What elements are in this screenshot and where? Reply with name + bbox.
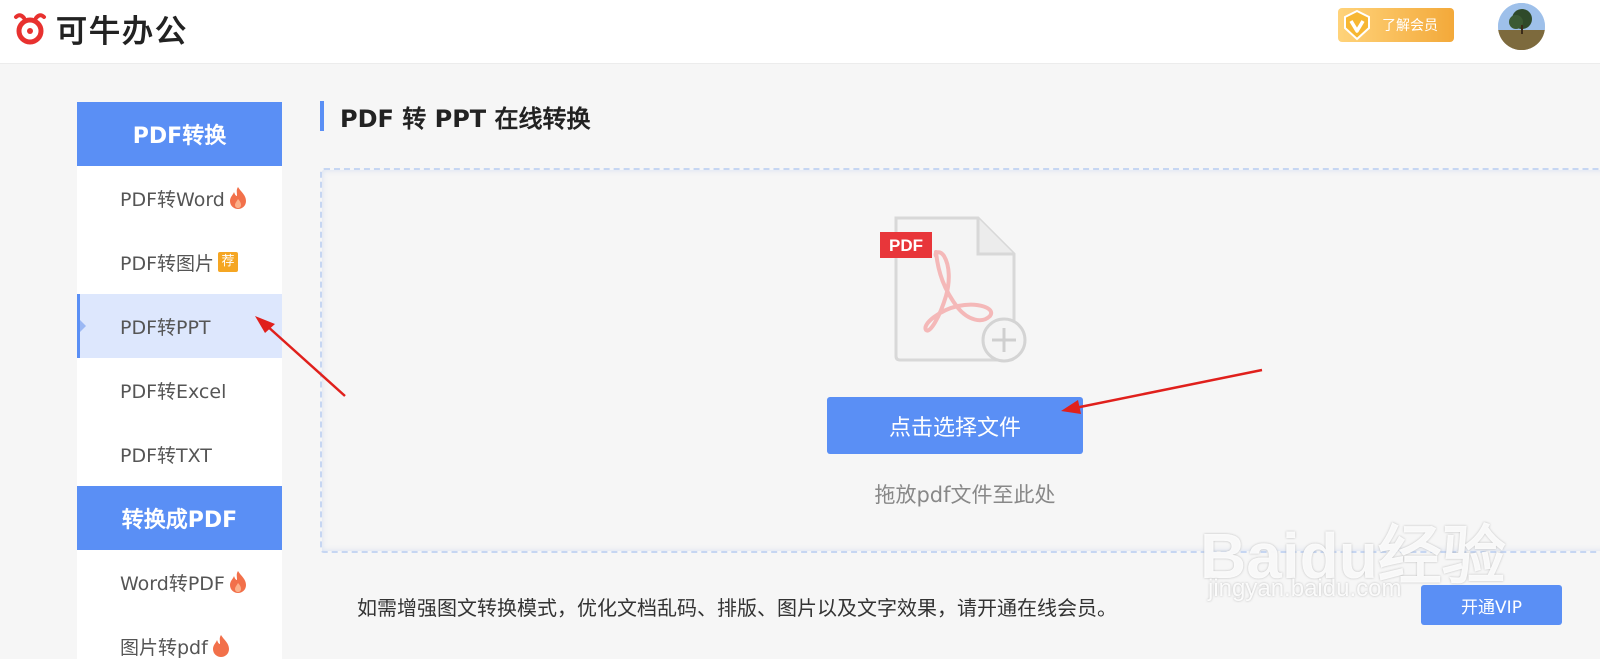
watermark-sub-text: jingyan.baidu.com xyxy=(1208,575,1402,602)
upload-drop-zone[interactable]: PDF 点击选择文件 拖放pdf文件至此处 xyxy=(320,168,1600,553)
open-vip-button[interactable]: 开通VIP xyxy=(1421,585,1562,625)
fire-icon xyxy=(229,187,246,209)
sidebar-item-word-to-pdf[interactable]: Word转PDF xyxy=(77,550,282,614)
sidebar-group-pdf-convert[interactable]: PDF转换 xyxy=(77,102,282,166)
sidebar-item-pdf-to-word[interactable]: PDF转Word xyxy=(77,166,282,230)
sidebar-item-pdf-to-txt[interactable]: PDF转TXT xyxy=(77,422,282,486)
vip-shield-icon xyxy=(1344,9,1370,41)
member-info-label: 了解会员 xyxy=(1382,18,1438,34)
fire-icon xyxy=(229,571,246,593)
pdf-tag-text: PDF xyxy=(889,236,923,255)
member-info-button[interactable]: 了解会员 xyxy=(1338,8,1454,42)
avatar-image xyxy=(1498,3,1545,50)
fire-icon xyxy=(212,635,229,657)
logo-text: 可牛办公 xyxy=(56,14,188,50)
user-avatar[interactable] xyxy=(1498,3,1545,50)
top-bar: 可牛办公 了解会员 xyxy=(0,0,1600,64)
membership-note: 如需增强图文转换模式，优化文档乱码、排版、图片以及文字效果，请开通在线会员。 xyxy=(357,596,1117,620)
sidebar: PDF转换 PDF转Word PDF转图片 荐 PDF转PPT PDF转Exce… xyxy=(77,102,282,659)
drop-hint-text: 拖放pdf文件至此处 xyxy=(874,483,1056,507)
sidebar-item-label: PDF转Word xyxy=(120,188,225,211)
page-title: PDF 转 PPT 在线转换 xyxy=(320,101,591,133)
choose-file-button[interactable]: 点击选择文件 xyxy=(827,397,1083,454)
sidebar-item-label: PDF转Excel xyxy=(120,380,227,403)
sidebar-item-pdf-to-image[interactable]: PDF转图片 荐 xyxy=(77,230,282,294)
sidebar-item-label: Word转PDF xyxy=(120,572,225,595)
sidebar-item-image-to-pdf[interactable]: 图片转pdf xyxy=(77,614,282,659)
sidebar-item-pdf-to-excel[interactable]: PDF转Excel xyxy=(77,358,282,422)
recommend-badge: 荐 xyxy=(218,252,239,272)
sidebar-item-label: PDF转图片 xyxy=(120,252,215,275)
pdf-add-file-icon: PDF xyxy=(880,216,1027,363)
sidebar-item-label: 图片转pdf xyxy=(120,636,208,659)
logo[interactable]: 可牛办公 xyxy=(10,6,188,51)
logo-icon xyxy=(14,12,46,44)
sidebar-item-label: PDF转TXT xyxy=(120,444,212,467)
sidebar-item-label: PDF转PPT xyxy=(120,316,211,339)
sidebar-item-pdf-to-ppt[interactable]: PDF转PPT xyxy=(77,294,282,358)
sidebar-group-to-pdf[interactable]: 转换成PDF xyxy=(77,486,282,550)
